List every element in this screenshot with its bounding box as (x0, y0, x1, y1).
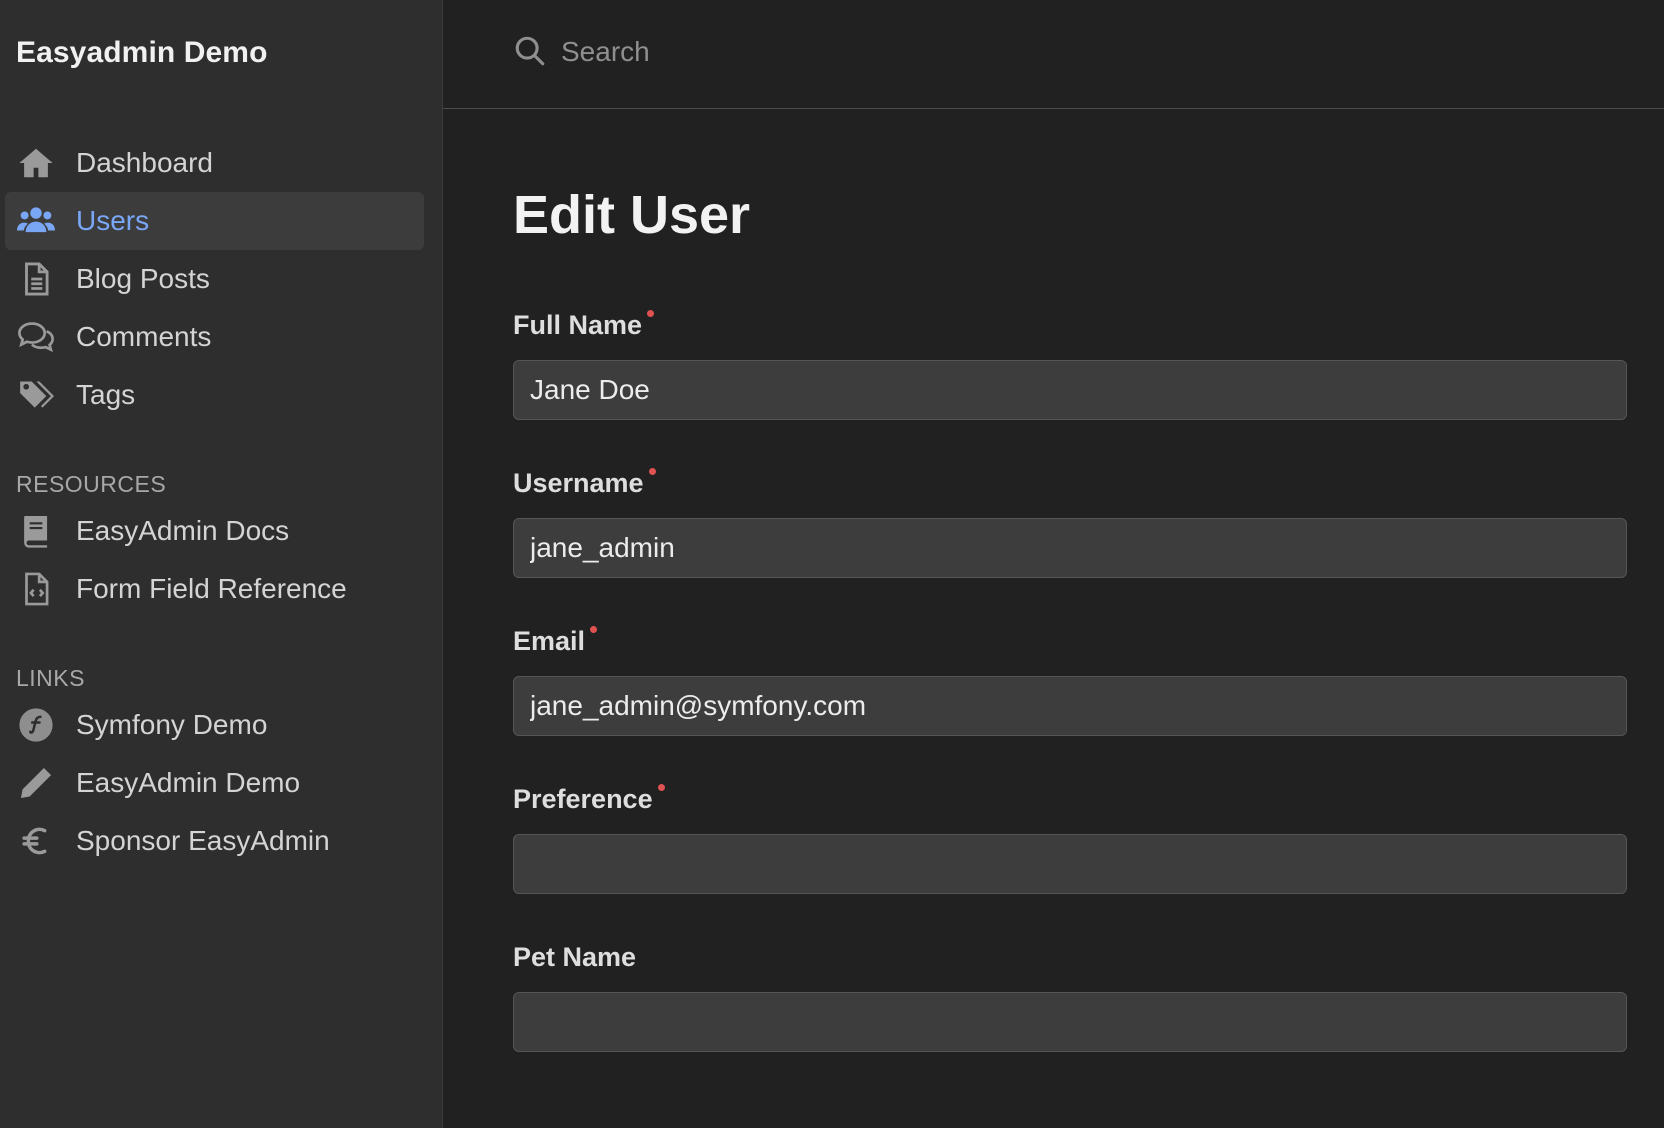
symfony-icon (16, 705, 56, 745)
full-name-input[interactable] (513, 360, 1627, 420)
username-input[interactable] (513, 518, 1627, 578)
users-icon (16, 201, 56, 241)
page-title: Edit User (513, 185, 751, 245)
brand-title[interactable]: Easyadmin Demo (16, 36, 268, 70)
required-indicator (647, 310, 655, 317)
app-window: Easyadmin Demo Dashboard Users Blog Post… (0, 0, 1664, 1128)
edit-form-section: Edit User Full Name Username Email (513, 180, 1627, 1098)
euro-icon (16, 821, 56, 861)
email-input[interactable] (513, 676, 1627, 736)
field-preference: Preference (513, 782, 1627, 894)
field-label-email: Email (513, 624, 598, 658)
pencil-icon (16, 763, 56, 803)
sidebar-item-easyadmin-docs[interactable]: EasyAdmin Docs (5, 502, 424, 560)
required-indicator (648, 468, 656, 475)
sidebar-item-label: Form Field Reference (76, 573, 347, 604)
book-icon (16, 511, 56, 551)
field-label-pet-name: Pet Name (513, 940, 636, 974)
sidebar-item-users[interactable]: Users (5, 192, 424, 250)
sidebar-item-label: EasyAdmin Docs (76, 515, 290, 546)
sidebar-nav: Dashboard Users Blog Posts Comments Tags… (5, 134, 424, 870)
sidebar-item-form-field-reference[interactable]: Form Field Reference (5, 560, 424, 618)
preference-input[interactable] (513, 834, 1627, 894)
field-pet-name: Pet Name (513, 940, 1627, 1052)
sidebar-item-label: Users (76, 205, 150, 236)
home-icon (16, 143, 56, 183)
file-icon (16, 259, 56, 299)
sidebar-item-label: Tags (76, 379, 136, 410)
sidebar-item-dashboard[interactable]: Dashboard (5, 134, 424, 192)
sidebar-item-label: Sponsor EasyAdmin (76, 825, 330, 856)
required-indicator (590, 626, 598, 633)
required-indicator (657, 784, 665, 791)
sidebar-item-easyadmin-demo[interactable]: EasyAdmin Demo (5, 754, 424, 812)
sidebar-item-comments[interactable]: Comments (5, 308, 424, 366)
field-email: Email (513, 624, 1627, 736)
sidebar-item-sponsor-easyadmin[interactable]: Sponsor EasyAdmin (5, 812, 424, 870)
field-label-text: Full Name (513, 310, 643, 340)
file-code-icon (16, 569, 56, 609)
sidebar: Easyadmin Demo Dashboard Users Blog Post… (0, 0, 443, 1128)
comments-icon (16, 317, 56, 357)
field-username: Username (513, 466, 1627, 578)
sidebar-item-blog-posts[interactable]: Blog Posts (5, 250, 424, 308)
pet-name-input[interactable] (513, 992, 1627, 1052)
sidebar-item-tags[interactable]: Tags (5, 366, 424, 424)
field-label-username: Username (513, 466, 656, 500)
search-icon (515, 36, 545, 66)
field-label-text: Pet Name (513, 942, 637, 972)
field-label-text: Username (513, 468, 644, 498)
main-area: Edit User Full Name Username Email (443, 0, 1664, 1128)
section-label-links: LINKS (16, 665, 85, 691)
sidebar-item-label: Symfony Demo (76, 709, 268, 740)
section-label-resources: RESOURCES (16, 471, 167, 497)
search-input[interactable] (561, 26, 1261, 78)
sidebar-item-label: Comments (76, 321, 212, 352)
tags-icon (16, 375, 56, 415)
field-full-name: Full Name (513, 308, 1627, 420)
sidebar-item-label: Blog Posts (76, 263, 210, 294)
sidebar-item-label: EasyAdmin Demo (76, 767, 301, 798)
top-bar (443, 0, 1664, 109)
field-label-text: Email (513, 626, 586, 656)
field-label-preference: Preference (513, 782, 665, 816)
field-label-full-name: Full Name (513, 308, 655, 342)
sidebar-item-label: Dashboard (76, 147, 213, 178)
field-label-text: Preference (513, 784, 653, 814)
sidebar-item-symfony-demo[interactable]: Symfony Demo (5, 696, 424, 754)
